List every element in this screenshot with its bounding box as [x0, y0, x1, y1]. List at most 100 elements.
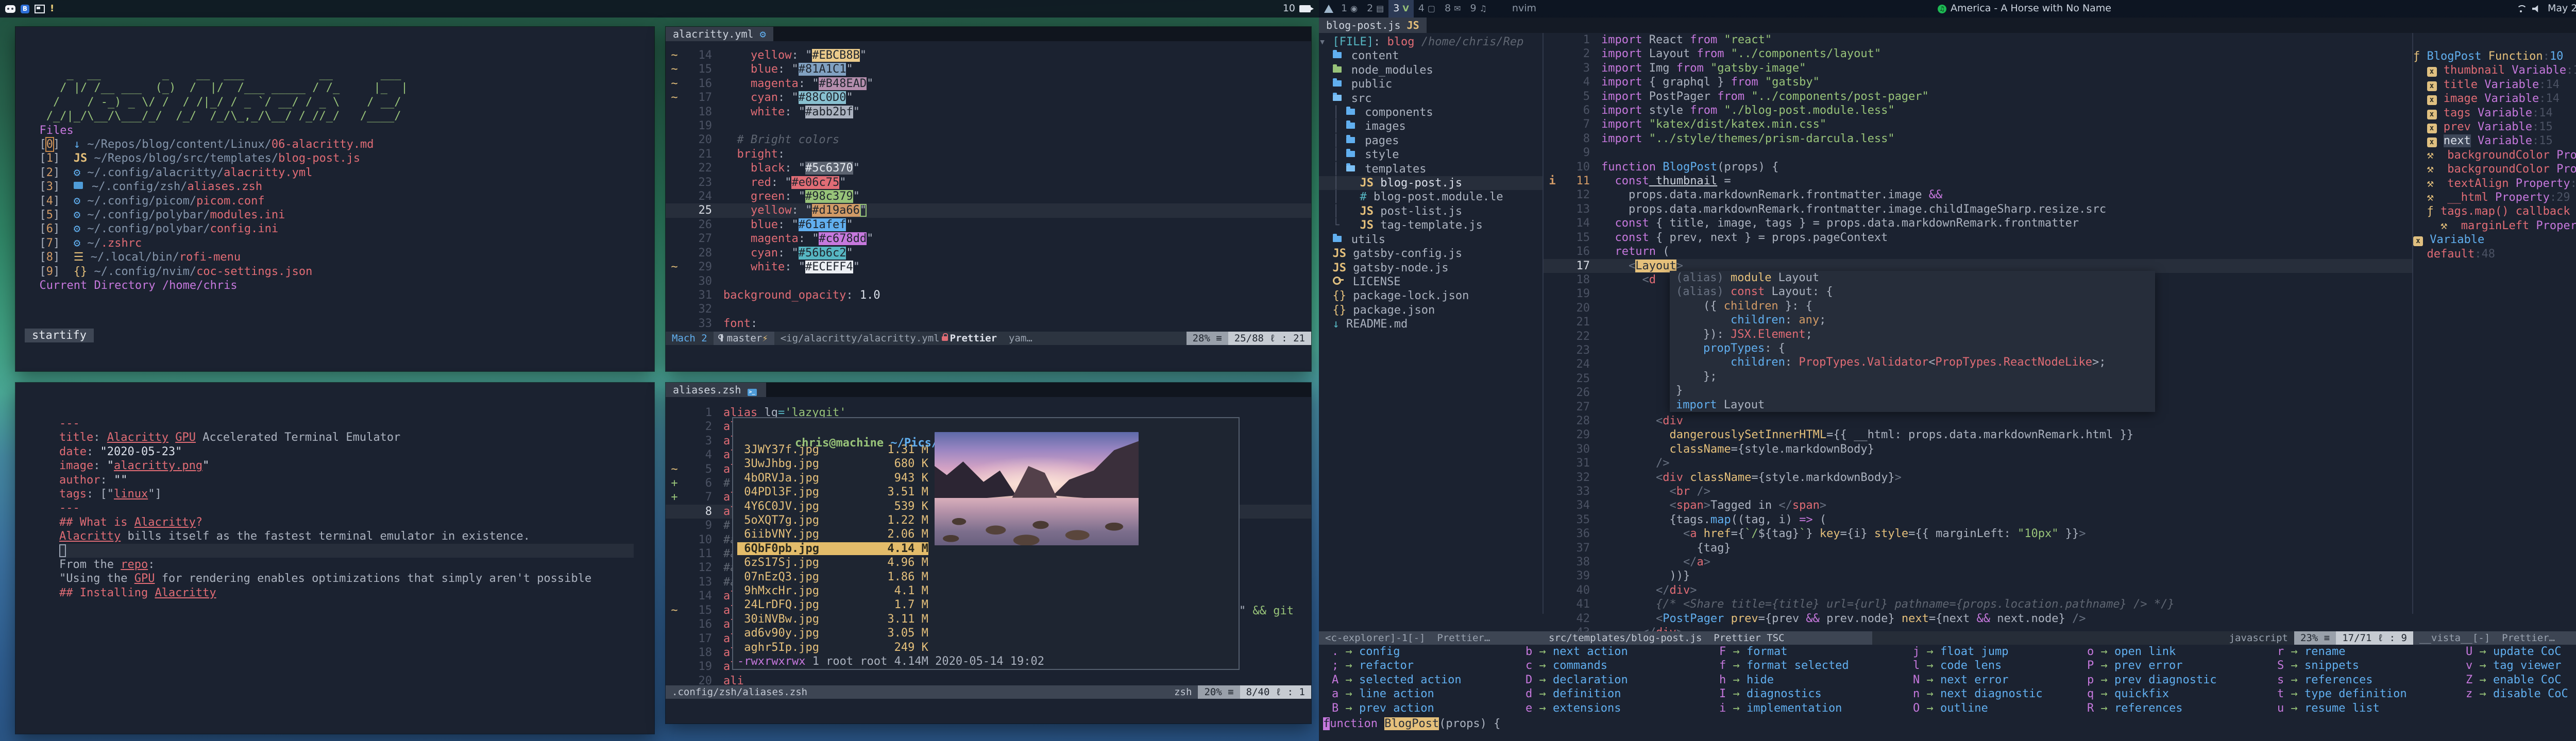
code-line[interactable]: 8import "../style/themes/prism-darcula.l… — [1544, 132, 2412, 146]
code-line[interactable]: 16 return ( — [1544, 245, 2412, 259]
startify-item-9[interactable]: [9] {} ~/.config/nvim/coc-settings.json — [26, 265, 654, 279]
startify-item-2[interactable]: [2] ⚙ ~/.config/alacritty/alacritty.yml — [26, 166, 654, 180]
code-line[interactable]: 31 /> — [1544, 456, 2412, 470]
vista-item-tags[interactable]: x tags Variable:14 — [2413, 106, 2576, 120]
markdown-line[interactable]: author: "" — [59, 473, 634, 487]
yaml-line[interactable]: 24 green: "#98c379" — [666, 189, 1311, 203]
tree-item-content[interactable]: content — [1319, 49, 1543, 63]
startify-line[interactable]: / |/ /__ ___ (_) / |/ /___ _____ / /_ |_… — [26, 81, 654, 95]
code-line[interactable]: 30 className={style.markdownBody} — [1544, 442, 2412, 456]
yaml-line[interactable]: 22 black: "#5c6370" — [666, 161, 1311, 175]
markdown-line[interactable]: From the repo: — [59, 558, 634, 572]
startify-line[interactable]: /_/|_/\__/\___/_/ /_/ /_/\_,_/\__/ /_//_… — [26, 109, 654, 123]
yaml-line[interactable]: 20 # Bright colors — [666, 133, 1311, 147]
startify-item-5[interactable]: [5] ⚙ ~/.config/polybar/modules.ini — [26, 208, 654, 222]
workspace-4[interactable]: 4▢ — [1414, 0, 1440, 18]
vista-item-marginleft[interactable]: ⚒ marginLeft Property:36 — [2413, 219, 2576, 233]
tree-item-images[interactable]: │ images — [1319, 119, 1543, 133]
code-line[interactable]: 28 <div — [1544, 414, 2412, 428]
workspace-2[interactable]: 2▤ — [1362, 0, 1388, 18]
startify-item-1[interactable]: [1] JS ~/Repos/blog/src/templates/blog-p… — [26, 151, 654, 165]
workspace-9[interactable]: 9♫ — [1465, 0, 1491, 18]
code-line[interactable]: 34 <span>Tagged in </span> — [1544, 498, 2412, 512]
code-line[interactable]: 42 <PostPager prev={prev && prev.node} n… — [1544, 612, 2412, 626]
tree-item-package-lock-json[interactable]: {} package-lock.json — [1319, 289, 1543, 303]
startify-item-7[interactable]: [7] ⚙ ~/.zshrc — [26, 236, 654, 250]
startify-item-3[interactable]: [3] ~/.config/zsh/aliases.zsh — [26, 180, 654, 194]
yaml-line[interactable]: 25 yellow: "#d19a66" — [666, 203, 1311, 217]
startify-line[interactable]: / / -_) _ \/ / / /|_/ / _ `/ __/ / _ \ /… — [26, 95, 654, 109]
vista-item-html[interactable]: ⚒ __html Property:29 — [2413, 191, 2576, 204]
code-line[interactable]: 4import { graphql } from "gatsby" — [1544, 75, 2412, 89]
tree-item-components[interactable]: │ components — [1319, 106, 1543, 119]
startify-line[interactable]: _ __ _ __ ___ __ ___ — [26, 67, 654, 81]
startify-line[interactable]: Files — [26, 124, 654, 137]
yaml-line[interactable]: 23 red: "#e06c75" — [666, 176, 1311, 189]
file-row[interactable]: aghr5Ip.jpg 249 K — [737, 641, 1239, 654]
code-line[interactable]: 1import React from "react" — [1544, 33, 2412, 47]
code-line[interactable]: 29 dangerouslySetInnerHTML={{ __html: pr… — [1544, 428, 2412, 442]
vista-item-next[interactable]: x next Variable:15 — [2413, 134, 2576, 148]
yaml-line[interactable]: ~15 blue: "#81A1C1" — [666, 62, 1311, 76]
yaml-line[interactable]: 33font: — [666, 317, 1311, 331]
yaml-line[interactable]: 31background_opacity: 1.0 — [666, 288, 1311, 302]
tree-item-utils[interactable]: utils — [1319, 233, 1543, 247]
code-line[interactable]: 33 <br /> — [1544, 485, 2412, 498]
tree-item-templates[interactable]: │ templates — [1319, 162, 1543, 176]
file-row[interactable]: 07nEzQ3.jpg 1.86 M — [737, 570, 1239, 584]
yaml-line[interactable]: 18 white: "#abb2bf" — [666, 105, 1311, 119]
yaml-line[interactable]: 28 cyan: "#56b6c2" — [666, 246, 1311, 260]
startify-line[interactable]: Current Directory /home/chris — [26, 279, 654, 292]
vista-item-default[interactable]: default:48 — [2413, 247, 2576, 261]
markdown-line[interactable]: Alacritty bills itself as the fastest te… — [59, 529, 634, 543]
yaml-line[interactable]: 32 — [666, 302, 1311, 316]
code-line[interactable]: 9 — [1544, 146, 2412, 160]
file-row[interactable]: 9hMxcHr.jpg 4.1 M — [737, 584, 1239, 598]
explorer-root[interactable]: ▾ [FILE]: blog /home/chris/Rep — [1319, 35, 1543, 49]
workspace-1[interactable]: 1◉ — [1336, 0, 1362, 18]
workspace-3-active[interactable]: 3V — [1388, 0, 1413, 18]
yaml-line[interactable]: 27 magenta: "#c678dd" — [666, 232, 1311, 246]
now-playing[interactable]: America - A Horse with No Name — [1951, 2, 2111, 15]
code-line[interactable]: 13 props.data.markdownRemark.frontmatter… — [1544, 202, 2412, 216]
tree-item-public[interactable]: public — [1319, 77, 1543, 91]
markdown-line[interactable]: ## What is Alacritty? — [59, 515, 634, 529]
tab-aliases-zsh[interactable]: aliases.zsh >_ — [666, 383, 766, 397]
tree-item-blog-post-js[interactable]: │ JS blog-post.js — [1319, 176, 1543, 190]
tree-item-style[interactable]: │ style — [1319, 148, 1543, 162]
tree-item-blog-post-module-less[interactable]: │ # blog-post.module.le — [1319, 190, 1543, 204]
tab-blog-post-js[interactable]: blog-post.js JS — [1319, 18, 1427, 33]
yaml-line[interactable]: ~17 cyan: "#88C0D0" — [666, 91, 1311, 105]
volume-icon[interactable] — [2532, 5, 2540, 12]
tree-item-tag-template-js[interactable]: └ JS tag-template.js — [1319, 218, 1543, 232]
code-line[interactable]: 37 {tag} — [1544, 541, 2412, 555]
yaml-line[interactable]: ~16 magenta: "#B48EAD" — [666, 77, 1311, 91]
code-line[interactable]: 6import style from "./blog-post.module.l… — [1544, 104, 2412, 117]
file-row[interactable]: 30iNVBw.jpg 3.11 M — [737, 612, 1239, 626]
startify-item-0[interactable]: [0] ↓ ~/Repos/blog/content/Linux/06-alac… — [26, 137, 654, 151]
code-line[interactable]: 14 const { title, image, tags } = props.… — [1544, 216, 2412, 230]
file-row[interactable]: 6zS17Sj.jpg 4.96 M — [737, 556, 1239, 570]
yaml-line[interactable]: 30 — [666, 274, 1311, 288]
startify-item-8[interactable]: [8] ☰ ~/.local/bin/rofi-menu — [26, 250, 654, 264]
yaml-line[interactable]: ~14 yellow: "#EBCB8B" — [666, 48, 1311, 62]
tree-item-license[interactable]: LICENSE — [1319, 275, 1543, 289]
markdown-line[interactable]: --- — [59, 417, 634, 430]
yaml-line[interactable]: 26 blue: "#61afef" — [666, 218, 1311, 232]
vista-item-thumbnail[interactable]: x thumbnail Variable:11 — [2413, 63, 2576, 77]
code-line[interactable]: 38 </a> — [1544, 555, 2412, 569]
tree-item-gatsby-node-js[interactable]: JS gatsby-node.js — [1319, 261, 1543, 275]
code-line[interactable]: 40 </div> — [1544, 583, 2412, 597]
code-line[interactable]: 7import "katex/dist/katex.min.css" — [1544, 117, 2412, 131]
tree-item-readme-md[interactable]: ↓ README.md — [1319, 317, 1543, 331]
window-tray-icon[interactable] — [35, 5, 45, 13]
workspace-8[interactable]: 8✉ — [1440, 0, 1466, 18]
markdown-line[interactable]: tags: ["linux"] — [59, 487, 634, 501]
code-line[interactable]: 39 ))} — [1544, 569, 2412, 583]
yaml-line[interactable]: 19 — [666, 119, 1311, 133]
code-line[interactable]: 12 props.data.markdownRemark.frontmatter… — [1544, 188, 2412, 202]
yaml-line[interactable]: 21 bright: — [666, 147, 1311, 161]
tree-item-package-json[interactable]: {} package.json — [1319, 303, 1543, 317]
vista-item-title[interactable]: x title Variable:14 — [2413, 78, 2576, 92]
code-line[interactable]: 32 <div className={style.markdownBody}> — [1544, 471, 2412, 485]
